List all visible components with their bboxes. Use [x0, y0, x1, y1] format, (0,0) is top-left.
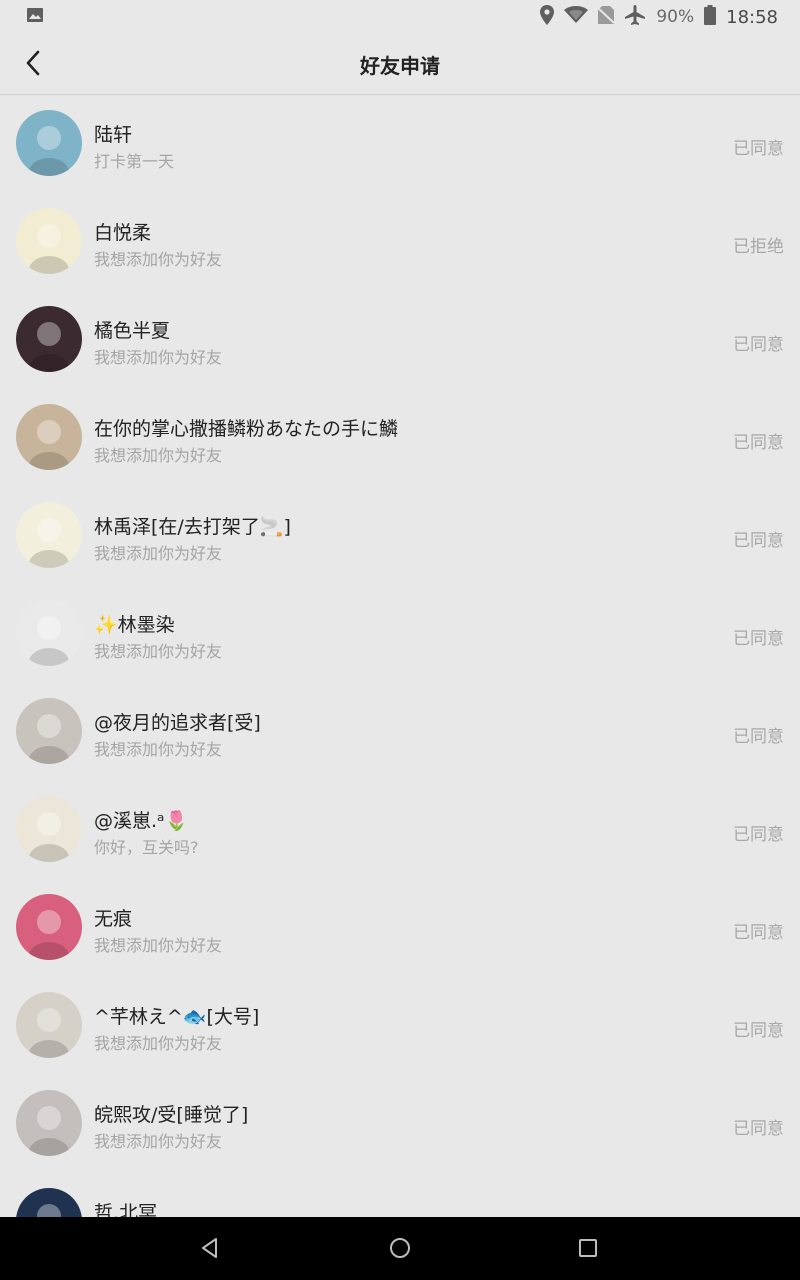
circle-home-icon	[388, 1236, 412, 1264]
request-status: 已同意	[733, 1021, 784, 1041]
requester-name: ✨林墨染	[94, 614, 175, 636]
nav-back-button[interactable]	[195, 1235, 225, 1265]
request-status: 已同意	[733, 531, 784, 551]
request-message: 我想添加你为好友	[94, 936, 223, 955]
request-message: 打卡第一天	[94, 152, 175, 171]
battery-percentage: 90%	[656, 7, 695, 27]
requester-name: @溪崽.ᵃ🌷	[94, 810, 189, 832]
friend-request-row[interactable]: 皖熙攻/受[睡觉了] 我想添加你为好友 已同意	[0, 1076, 800, 1174]
requester-name: ^芊林え^🐟[大号]	[94, 1006, 260, 1028]
request-message: 你好，互关吗?	[94, 838, 199, 857]
requester-name: 橘色半夏	[94, 320, 171, 342]
avatar[interactable]	[16, 306, 82, 372]
request-message: 我想添加你为好友	[94, 348, 223, 367]
avatar[interactable]	[16, 698, 82, 764]
friend-request-row[interactable]: 陆轩打卡第一天 已同意	[0, 96, 800, 194]
avatar[interactable]	[16, 992, 82, 1058]
requester-name: 哲.北冥	[94, 1202, 158, 1217]
friend-request-row[interactable]: @溪崽.ᵃ🌷 你好，互关吗? 已同意	[0, 782, 800, 880]
square-recents-icon	[577, 1237, 599, 1263]
airplane-icon	[624, 4, 646, 31]
avatar[interactable]	[16, 208, 82, 274]
request-status: 已同意	[733, 1119, 784, 1139]
friend-request-row[interactable]: 哲.北冥已同意	[0, 1174, 800, 1217]
friend-request-row[interactable]: 无痕我想添加你为好友 已同意	[0, 880, 800, 978]
request-status: 已同意	[733, 139, 784, 159]
requester-name: 陆轩	[94, 124, 133, 146]
request-status: 已同意	[733, 433, 784, 453]
request-status: 已同意	[733, 629, 784, 649]
request-message: 我想添加你为好友	[94, 642, 223, 661]
no-sim-icon	[597, 5, 616, 29]
avatar[interactable]	[16, 600, 82, 666]
avatar[interactable]	[16, 110, 82, 176]
back-button[interactable]	[14, 46, 52, 84]
image-icon	[26, 6, 44, 28]
request-message: 我想添加你为好友	[94, 250, 223, 269]
clock: 18:58	[726, 6, 778, 28]
friend-request-row[interactable]: @夜月的追求者[受] 我想添加你为好友 已同意	[0, 684, 800, 782]
avatar[interactable]	[16, 404, 82, 470]
page-title: 好友申请	[360, 53, 440, 78]
request-message: 我想添加你为好友	[94, 544, 223, 563]
request-message: 我想添加你为好友	[94, 1132, 223, 1151]
request-status: 已同意	[733, 923, 784, 943]
friend-request-list[interactable]: 陆轩 打卡第一天 已同意 白悦柔 我想添加你为好友 已拒绝 橘色半夏 我想添加你为好友 已同意在…	[0, 96, 800, 1217]
friend-request-row[interactable]: 白悦柔我想添加你为好友 已拒绝	[0, 194, 800, 292]
screen: 90% 18:58 好友申请 陆轩 打卡第一天 已同意 白悦柔 我想添加你为好友 已拒绝橘…	[0, 0, 800, 1280]
request-message: 我想添加你为好友	[94, 446, 223, 465]
requester-name: 林禹泽[在/去打架了🚬]	[94, 516, 291, 538]
requester-name: 无痕	[94, 908, 133, 930]
request-status: 已同意	[733, 825, 784, 845]
navigation-bar	[0, 1217, 800, 1280]
request-message: 我想添加你为好友	[94, 1034, 223, 1053]
request-message: 我想添加你为好友	[94, 740, 223, 759]
requester-name: @夜月的追求者[受]	[94, 712, 261, 734]
header: 好友申请	[0, 34, 800, 95]
request-status: 已同意	[733, 335, 784, 355]
triangle-back-icon	[199, 1237, 221, 1263]
location-icon	[540, 4, 555, 30]
nav-recents-button[interactable]	[573, 1235, 603, 1265]
nav-home-button[interactable]	[385, 1235, 415, 1265]
battery-icon	[704, 4, 717, 30]
request-status: 已拒绝	[733, 237, 784, 257]
chevron-left-icon	[23, 50, 43, 80]
request-status: 已同意	[733, 727, 784, 747]
friend-request-row[interactable]: 橘色半夏我想添加你为好友 已同意	[0, 292, 800, 390]
avatar[interactable]	[16, 894, 82, 960]
avatar[interactable]	[16, 502, 82, 568]
wifi-icon	[564, 5, 589, 29]
avatar[interactable]	[16, 1090, 82, 1156]
friend-request-row[interactable]: 林禹泽[在/去打架了🚬] 我想添加你为好友 已同意	[0, 488, 800, 586]
requester-name: 在你的掌心撒播鳞粉あなたの手に鱗	[94, 418, 399, 440]
avatar[interactable]	[16, 796, 82, 862]
requester-name: 白悦柔	[94, 222, 152, 244]
requester-name: 皖熙攻/受[睡觉了]	[94, 1104, 249, 1126]
avatar[interactable]	[16, 1188, 82, 1217]
friend-request-row[interactable]: 在你的掌心撒播鳞粉あなたの手に鱗 我想添加你为好友 已同意	[0, 390, 800, 488]
status-bar: 90% 18:58	[0, 0, 800, 34]
friend-request-row[interactable]: ^芊林え^🐟[大号] 我想添加你为好友 已同意	[0, 978, 800, 1076]
friend-request-row[interactable]: ✨林墨染我想添加你为好友 已同意	[0, 586, 800, 684]
